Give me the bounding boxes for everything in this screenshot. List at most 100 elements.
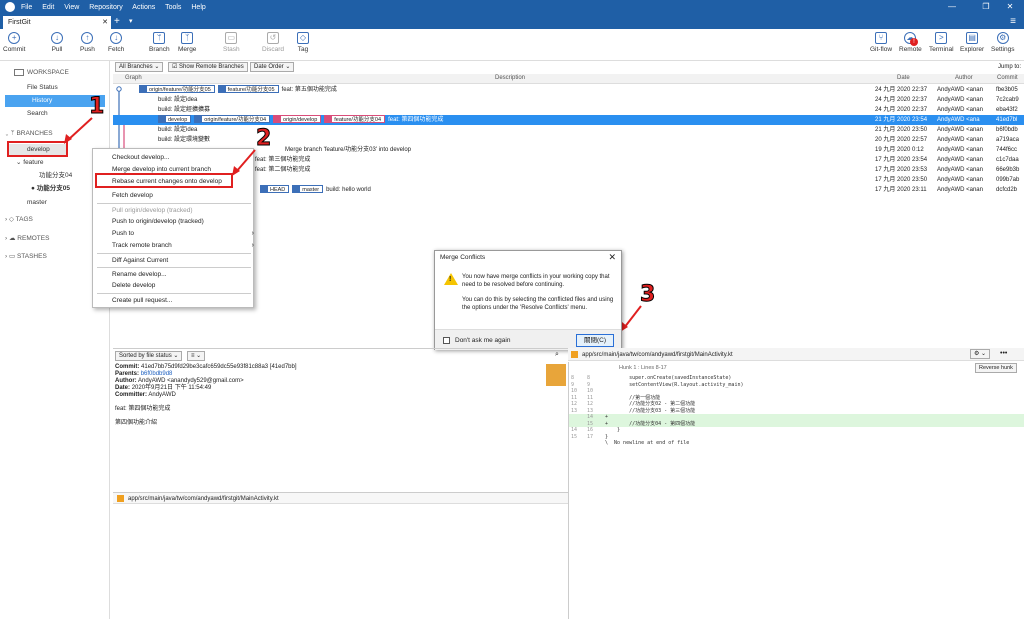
branch-badge: feature/功能分支04 bbox=[324, 115, 386, 123]
parents-link[interactable]: b6f0bdb9d8 bbox=[141, 371, 173, 377]
explorer-button[interactable]: ▤ Explorer bbox=[960, 32, 984, 53]
tab-dropdown-icon[interactable]: ▾ bbox=[129, 14, 133, 29]
menu-item-checkout[interactable]: Checkout develop... bbox=[112, 153, 169, 163]
fetch-button[interactable]: ↓ Fetch bbox=[108, 32, 124, 53]
menu-tools[interactable]: Tools bbox=[165, 4, 181, 11]
annotation-arrow-3 bbox=[623, 305, 642, 329]
menu-item-track-remote[interactable]: Track remote branch › bbox=[112, 241, 254, 251]
col-date[interactable]: Date bbox=[897, 75, 910, 81]
stash-icon: ▭ bbox=[8, 253, 17, 260]
menu-view[interactable]: View bbox=[64, 4, 79, 11]
menu-item-diff[interactable]: Diff Against Current bbox=[112, 256, 168, 266]
merge-button[interactable]: ᛉ Merge bbox=[178, 32, 196, 53]
menu-item-fetch[interactable]: Fetch develop bbox=[112, 191, 153, 201]
sidebar-item-file-status[interactable]: File Status bbox=[0, 82, 110, 94]
stash-button[interactable]: ▭ Stash bbox=[223, 32, 240, 53]
hamburger-menu-icon[interactable]: ≡ bbox=[1010, 14, 1016, 29]
view-mode-dropdown[interactable]: ≡ ⌄ bbox=[187, 351, 206, 361]
branch-icon: ᛘ bbox=[153, 32, 166, 44]
search-icon[interactable]: ⌕ bbox=[555, 351, 559, 359]
col-graph[interactable]: Graph bbox=[125, 75, 142, 81]
branches-filter-dropdown[interactable]: All Branches ⌄ bbox=[115, 62, 164, 72]
fetch-label: Fetch bbox=[108, 46, 125, 53]
commit-hash: eba43f2 bbox=[996, 107, 1018, 113]
col-description[interactable]: Description bbox=[495, 75, 525, 81]
commit-button[interactable]: + Commit bbox=[3, 32, 25, 53]
dont-ask-checkbox[interactable] bbox=[443, 337, 450, 344]
menu-help[interactable]: Help bbox=[191, 4, 205, 11]
dont-ask-label[interactable]: Don't ask me again bbox=[455, 337, 510, 344]
commit-message: Merge branch 'feature/功能分支03' into devel… bbox=[285, 147, 412, 153]
push-button[interactable]: ↑ Push bbox=[80, 32, 95, 53]
commit-date: 20 九月 2020 22:57 bbox=[875, 137, 928, 143]
commit-message: build: hello world bbox=[326, 187, 371, 193]
date-label: Date: bbox=[115, 385, 131, 391]
commit-row-selected[interactable]: develop origin/feature/功能分支04 origin/devel… bbox=[113, 115, 1024, 125]
show-remote-branches-checkbox[interactable]: ☑ Show Remote Branches bbox=[168, 62, 248, 72]
commit-icon: + bbox=[8, 32, 21, 44]
commit-row[interactable]: origin/feature/功能分支05 feature/功能分支05 feat:… bbox=[113, 85, 1024, 95]
gitflow-button[interactable]: ⑂ Git-flow bbox=[870, 32, 892, 53]
branch-button[interactable]: ᛘ Branch bbox=[149, 32, 170, 53]
workspace-header[interactable]: WORKSPACE bbox=[0, 67, 110, 79]
remotes-label: REMOTES bbox=[17, 235, 50, 242]
dialog-message-1: You now have merge conflicts in your wor… bbox=[462, 274, 610, 288]
feature-label: feature bbox=[23, 159, 44, 166]
commit-message: feat: 第三個功能完成 bbox=[255, 157, 311, 163]
terminal-button[interactable]: > Terminal bbox=[929, 32, 954, 53]
branch-badge: master bbox=[292, 185, 324, 193]
pull-button[interactable]: ↓ Pull bbox=[51, 32, 63, 53]
avatar bbox=[546, 364, 566, 386]
tag-button[interactable]: ◇ Tag bbox=[297, 32, 309, 53]
discard-label: Discard bbox=[262, 46, 285, 53]
order-dropdown[interactable]: Date Order ⌄ bbox=[250, 62, 295, 72]
commit-row[interactable]: build: 設定idea 21 九月 2020 23:50 AndyAWD <a… bbox=[113, 125, 1024, 135]
diff-options-dropdown[interactable]: ⚙ ⌄ bbox=[970, 349, 991, 359]
commit-message: build: 設定經擴擴募 bbox=[158, 107, 211, 113]
col-commit[interactable]: Commit bbox=[997, 75, 1018, 81]
repo-tab[interactable]: FirstGit ✕ bbox=[3, 16, 111, 29]
branches-header[interactable]: ⌄ ᛘ BRANCHES bbox=[0, 128, 110, 140]
commit-author: AndyAWD <anan bbox=[937, 97, 983, 103]
menu-item-rename[interactable]: Rename develop... bbox=[112, 270, 167, 280]
merge-label: Merge bbox=[178, 46, 197, 53]
dialog-close-icon[interactable]: ✕ bbox=[608, 252, 616, 263]
annotation-number-3: 3 bbox=[639, 282, 656, 308]
feat05-label: 功能分支05 bbox=[36, 185, 70, 192]
commit-row[interactable]: build: 設定idea 24 九月 2020 22:37 AndyAWD <a… bbox=[113, 95, 1024, 105]
sort-dropdown[interactable]: Sorted by file status ⌄ bbox=[115, 351, 183, 361]
diff-view: Hunk 1 : Lines 8-17 Reverse hunk 88 supe… bbox=[568, 362, 1024, 619]
settings-button[interactable]: ⚙ Settings bbox=[991, 32, 1015, 53]
discard-button[interactable]: ↺ Discard bbox=[262, 32, 284, 53]
close-window-button[interactable]: ✕ bbox=[996, 0, 1024, 14]
menu-file[interactable]: File bbox=[21, 4, 32, 11]
col-author[interactable]: Author bbox=[955, 75, 973, 81]
title-bar: File Edit View Repository Actions Tools … bbox=[0, 0, 1024, 14]
menu-item-push-to[interactable]: Push to › bbox=[112, 229, 254, 239]
more-options-icon[interactable]: ••• bbox=[1000, 350, 1007, 357]
author-value: AndyAWD <anandydy529@gmail.com> bbox=[138, 378, 244, 384]
commit-date: 24 九月 2020 22:37 bbox=[875, 107, 928, 113]
add-tab-button[interactable]: + bbox=[114, 14, 120, 29]
dialog-close-button[interactable]: 關閉(C) bbox=[576, 334, 614, 347]
commit-row[interactable]: build: 設定環境變數 20 九月 2020 22:57 AndyAWD <a… bbox=[113, 135, 1024, 145]
menu-item-delete[interactable]: Delete develop bbox=[112, 281, 155, 291]
jump-to-label[interactable]: Jump to: bbox=[998, 64, 1021, 70]
menu-item-pull-request[interactable]: Create pull request... bbox=[112, 296, 172, 306]
close-tab-icon[interactable]: ✕ bbox=[102, 16, 108, 29]
minimize-button[interactable]: — bbox=[938, 0, 966, 14]
commit-date: 17 九月 2020 23:53 bbox=[875, 167, 928, 173]
menu-edit[interactable]: Edit bbox=[42, 4, 54, 11]
changed-file-row[interactable]: app/src/main/java/tw/com/andyawd/firstgi… bbox=[113, 492, 568, 504]
menu-item-pull[interactable]: Pull origin/develop (tracked) bbox=[112, 206, 193, 216]
commit-author: AndyAWD <anan bbox=[937, 187, 983, 193]
remote-button[interactable]: ☁ Remote! bbox=[899, 32, 922, 53]
commit-author: AndyAWD <ana bbox=[937, 117, 980, 123]
reverse-hunk-button[interactable]: Reverse hunk bbox=[975, 363, 1017, 373]
commit-date: 21 九月 2020 23:54 bbox=[875, 117, 928, 123]
menu-item-push-origin[interactable]: Push to origin/develop (tracked) bbox=[112, 217, 204, 227]
commit-row[interactable]: build: 設定經擴擴募 24 九月 2020 22:37 AndyAWD <a… bbox=[113, 105, 1024, 115]
menu-actions[interactable]: Actions bbox=[132, 4, 155, 11]
menu-repository[interactable]: Repository bbox=[89, 4, 122, 11]
commit-message: build: 設定環境變數 bbox=[158, 137, 211, 143]
